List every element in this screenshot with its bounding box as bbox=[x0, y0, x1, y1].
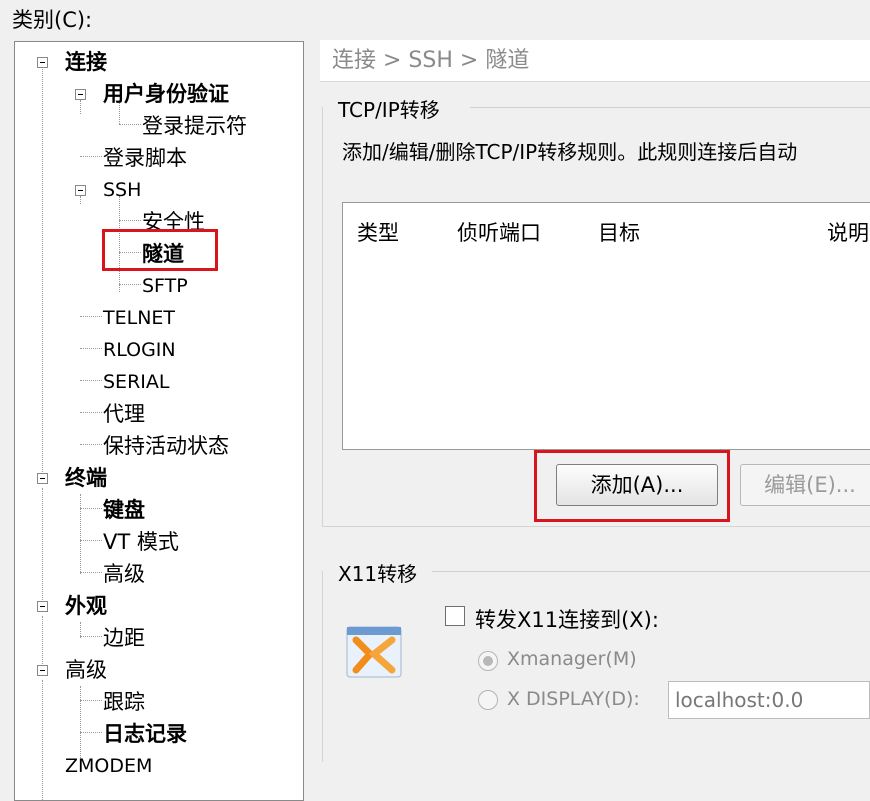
tree-item-logging[interactable]: 日志记录 bbox=[103, 720, 187, 748]
tree-item-proxy[interactable]: 代理 bbox=[103, 400, 145, 428]
xmanager-radio-label: Xmanager(M) bbox=[507, 648, 637, 670]
collapse-icon[interactable] bbox=[75, 89, 86, 100]
forward-rules-table[interactable]: 类型 侦听端口 目标 说明 bbox=[342, 202, 870, 450]
tree-item-connection[interactable]: 连接 bbox=[65, 48, 107, 76]
collapse-icon[interactable] bbox=[37, 57, 48, 68]
collapse-icon[interactable] bbox=[37, 473, 48, 484]
tree-item-terminal[interactable]: 终端 bbox=[65, 464, 107, 492]
breadcrumb: 连接 > SSH > 隧道 bbox=[320, 40, 870, 82]
category-label: 类别(C): bbox=[12, 8, 93, 32]
tunnel-highlight bbox=[102, 229, 218, 271]
tree-item-sftp[interactable]: SFTP bbox=[142, 272, 188, 300]
tree-item-login-prompt[interactable]: 登录提示符 bbox=[142, 112, 247, 140]
tcp-forward-divider bbox=[470, 107, 870, 108]
edit-button[interactable]: 编辑(E)... bbox=[740, 464, 870, 506]
tcp-forward-description: 添加/编辑/删除TCP/IP转移规则。此规则连接后自动 bbox=[342, 140, 798, 164]
x11-forward-checkbox[interactable] bbox=[445, 606, 465, 626]
tree-item-keyboard[interactable]: 键盘 bbox=[103, 496, 145, 524]
column-header-description[interactable]: 说明 bbox=[827, 217, 869, 247]
xmanager-radio[interactable] bbox=[478, 651, 498, 671]
tree-item-telnet[interactable]: TELNET bbox=[103, 304, 175, 332]
tree-item-login-script[interactable]: 登录脚本 bbox=[103, 144, 187, 172]
category-tree[interactable]: 连接 用户身份验证 登录提示符 登录脚本 SSH 安全性 隧道 SFTP TEL… bbox=[14, 41, 304, 801]
tree-item-serial[interactable]: SERIAL bbox=[103, 368, 169, 396]
column-header-listen-port[interactable]: 侦听端口 bbox=[457, 217, 541, 247]
tree-item-vt-mode[interactable]: VT 模式 bbox=[103, 528, 179, 556]
tree-item-advanced[interactable]: 高级 bbox=[65, 656, 107, 684]
tree-item-terminal-advanced[interactable]: 高级 bbox=[103, 560, 145, 588]
tree-item-trace[interactable]: 跟踪 bbox=[103, 688, 145, 716]
tree-item-auth[interactable]: 用户身份验证 bbox=[103, 80, 229, 108]
x11-forward-checkbox-label: 转发X11连接到(X): bbox=[475, 608, 659, 632]
x-display-radio-label: X DISPLAY(D): bbox=[507, 688, 640, 710]
tree-item-margins[interactable]: 边距 bbox=[103, 624, 145, 652]
collapse-icon[interactable] bbox=[37, 665, 48, 676]
tcp-forward-title: TCP/IP转移 bbox=[338, 98, 440, 122]
tree-item-appearance[interactable]: 外观 bbox=[65, 592, 107, 620]
tree-item-zmodem[interactable]: ZMODEM bbox=[65, 752, 152, 780]
x-display-radio[interactable] bbox=[478, 690, 498, 710]
xmanager-logo-icon bbox=[344, 624, 404, 680]
collapse-icon[interactable] bbox=[37, 601, 48, 612]
tree-item-ssh[interactable]: SSH bbox=[103, 176, 141, 204]
tree-item-keepalive[interactable]: 保持活动状态 bbox=[103, 432, 229, 460]
x-display-input[interactable]: localhost:0.0 bbox=[668, 681, 870, 719]
collapse-icon[interactable] bbox=[75, 185, 86, 196]
x11-forward-divider bbox=[432, 571, 870, 572]
column-header-type[interactable]: 类型 bbox=[357, 217, 399, 247]
column-header-target[interactable]: 目标 bbox=[598, 217, 640, 247]
add-button-highlight bbox=[534, 450, 730, 522]
x11-forward-title: X11转移 bbox=[338, 562, 418, 586]
tree-item-rlogin[interactable]: RLOGIN bbox=[103, 336, 176, 364]
